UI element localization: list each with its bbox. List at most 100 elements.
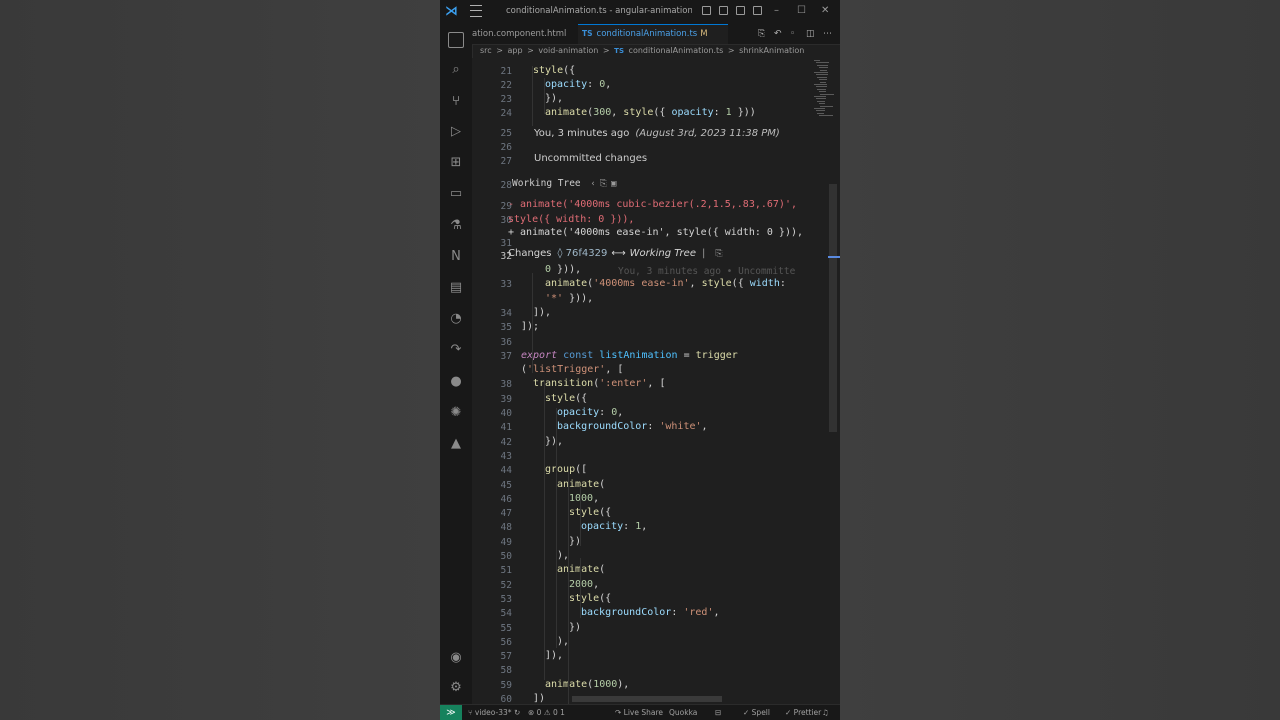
- maximize-icon[interactable]: ☐: [797, 5, 806, 17]
- line-number: 37: [500, 350, 512, 362]
- compare-arrow-icon: ⟷: [611, 248, 626, 259]
- crumb-void-animation[interactable]: void-animation: [538, 46, 598, 55]
- activity-bar: ⌕ ⑂ ▷ ⊞ ▭ ⚗ N ▤ ◔ ↷ ● ✺ ▲ ◉ ⚙: [440, 24, 473, 704]
- remote-explorer-icon[interactable]: ▭: [448, 186, 464, 202]
- blame-author-time: You, 3 minutes ago: [534, 128, 630, 139]
- commit-sha-link[interactable]: ◊ 76f4329: [558, 248, 608, 259]
- copilot-icon[interactable]: ▤: [448, 280, 464, 296]
- code-line: ]),: [545, 650, 564, 662]
- live-share-status[interactable]: ↷ Live Share: [615, 708, 663, 718]
- tab-conditional-animation-ts[interactable]: TS conditionalAnimation.ts M: [578, 24, 728, 44]
- crumb-src[interactable]: src: [480, 46, 492, 55]
- nx-console-icon[interactable]: N: [448, 249, 464, 265]
- minimap-line: [815, 98, 826, 100]
- previous-icon[interactable]: ‹: [590, 179, 595, 189]
- settings-gear-icon[interactable]: ⚙: [448, 680, 464, 696]
- minimap-line: [814, 108, 825, 109]
- minimap[interactable]: [810, 58, 840, 118]
- cursor-position-marker: [828, 256, 840, 258]
- line-number: 23: [500, 94, 512, 105]
- minimap-line: [814, 60, 820, 61]
- working-tree-target: Working Tree: [629, 248, 696, 259]
- line-number: 46: [500, 493, 512, 505]
- tab-bar: ation.component.html TS conditionalAnimat…: [472, 24, 840, 45]
- minimap-line: [818, 79, 827, 81]
- crumb-file[interactable]: conditionalAnimation.ts: [629, 46, 724, 55]
- previous-change-icon[interactable]: ↶: [774, 29, 782, 39]
- crumb-app[interactable]: app: [507, 46, 522, 55]
- compare-icon[interactable]: ◦: [790, 29, 795, 39]
- code-line: style({: [569, 592, 612, 604]
- search-icon[interactable]: ⌕: [448, 62, 464, 78]
- code-line: style({: [533, 65, 576, 76]
- open-changes-icon[interactable]: ⎘: [715, 249, 722, 259]
- minimize-icon[interactable]: –: [774, 5, 779, 17]
- tab-component-html[interactable]: ation.component.html: [472, 24, 576, 44]
- more-actions-icon[interactable]: ⋯: [823, 29, 832, 39]
- prettier-status[interactable]: ✓ Prettier: [785, 708, 821, 718]
- line-number: 58: [500, 665, 512, 677]
- gitlens-icon[interactable]: ✺: [448, 405, 464, 421]
- indent-guide: [532, 273, 533, 373]
- code-line: group([: [545, 464, 588, 476]
- right-backdrop: [840, 0, 1280, 720]
- problems-indicator[interactable]: ⊗ 0 ⚠ 0 1: [528, 708, 565, 718]
- line-number: 41: [500, 422, 512, 434]
- spell-status[interactable]: ✓ Spell: [743, 708, 770, 718]
- accounts-icon[interactable]: ◉: [448, 650, 464, 666]
- minimap-line: [814, 96, 826, 97]
- split-editor-icon[interactable]: ◫: [806, 29, 815, 39]
- code-line: opacity: 0,: [557, 407, 624, 418]
- breadcrumb[interactable]: src > app > void-animation > TS conditio…: [480, 46, 806, 58]
- working-tree-label: Working Tree: [512, 178, 581, 189]
- line-number: 55: [500, 622, 512, 634]
- code-line: style({: [569, 507, 612, 519]
- line-number: 43: [500, 450, 512, 462]
- minimap-line: [820, 69, 827, 71]
- notifications-bell-icon[interactable]: ♫: [822, 708, 829, 718]
- toggle-panel-icon[interactable]: [719, 6, 728, 15]
- line-number: 35: [500, 322, 512, 334]
- remote-indicator[interactable]: ≫: [440, 705, 462, 720]
- timeline-icon[interactable]: ◔: [448, 311, 464, 327]
- open-changes-icon[interactable]: ⎘: [600, 179, 607, 189]
- run-debug-icon[interactable]: ▷: [448, 124, 464, 140]
- line-number: 34: [500, 307, 512, 319]
- layout-icon[interactable]: ⊟: [715, 708, 721, 718]
- line-number: 30: [500, 215, 512, 226]
- line-number: 60: [500, 694, 512, 704]
- horizontal-scrollbar[interactable]: [572, 696, 722, 702]
- source-control-icon[interactable]: ⑂: [448, 94, 464, 110]
- explorer-icon[interactable]: [448, 32, 464, 48]
- customize-layout-icon[interactable]: [753, 6, 762, 15]
- code-editor[interactable]: 21 style({22 opacity: 0, 23}), 24 animate(300…: [472, 58, 840, 704]
- crumb-symbol[interactable]: shrinkAnimation: [739, 46, 804, 55]
- sync-icon[interactable]: ↻: [514, 708, 520, 718]
- vertical-scrollbar[interactable]: [829, 184, 837, 432]
- live-share-icon[interactable]: ↷: [448, 342, 464, 358]
- toggle-primary-sidebar-icon[interactable]: [702, 6, 711, 15]
- minimap-line: [820, 105, 833, 107]
- branch-indicator[interactable]: ⑂ video-33*: [468, 708, 512, 718]
- title-bar: ⋊ conditionalAnimation.ts - angular-anim…: [440, 0, 840, 25]
- docker-icon[interactable]: ▲: [448, 436, 464, 452]
- line-number: 45: [500, 479, 512, 491]
- toggle-secondary-sidebar-icon[interactable]: [736, 6, 745, 15]
- testing-icon[interactable]: ⚗: [448, 218, 464, 234]
- minimap-line: [815, 62, 829, 64]
- line-number: 31: [500, 238, 512, 249]
- menu-hamburger-icon[interactable]: [470, 5, 482, 17]
- close-icon[interactable]: ✕: [821, 5, 829, 17]
- status-bar: ≫ ⑂ video-33* ↻ ⊗ 0 ⚠ 0 1 ↷ Live Share Q…: [440, 704, 840, 720]
- github-icon[interactable]: ●: [448, 374, 464, 390]
- quokka-status[interactable]: Quokka: [669, 708, 697, 718]
- separator: |: [701, 248, 706, 259]
- minimap-line: [814, 84, 827, 85]
- minimap-line: [814, 72, 828, 73]
- line-number: 53: [500, 593, 512, 605]
- code-line: animate('4000ms ease-in', style({ width:: [545, 278, 786, 290]
- open-changes-icon[interactable]: ⎘: [758, 29, 765, 39]
- compare-icon[interactable]: ▣: [611, 179, 616, 189]
- extensions-icon[interactable]: ⊞: [448, 155, 464, 171]
- crumb-sep: >: [527, 46, 534, 55]
